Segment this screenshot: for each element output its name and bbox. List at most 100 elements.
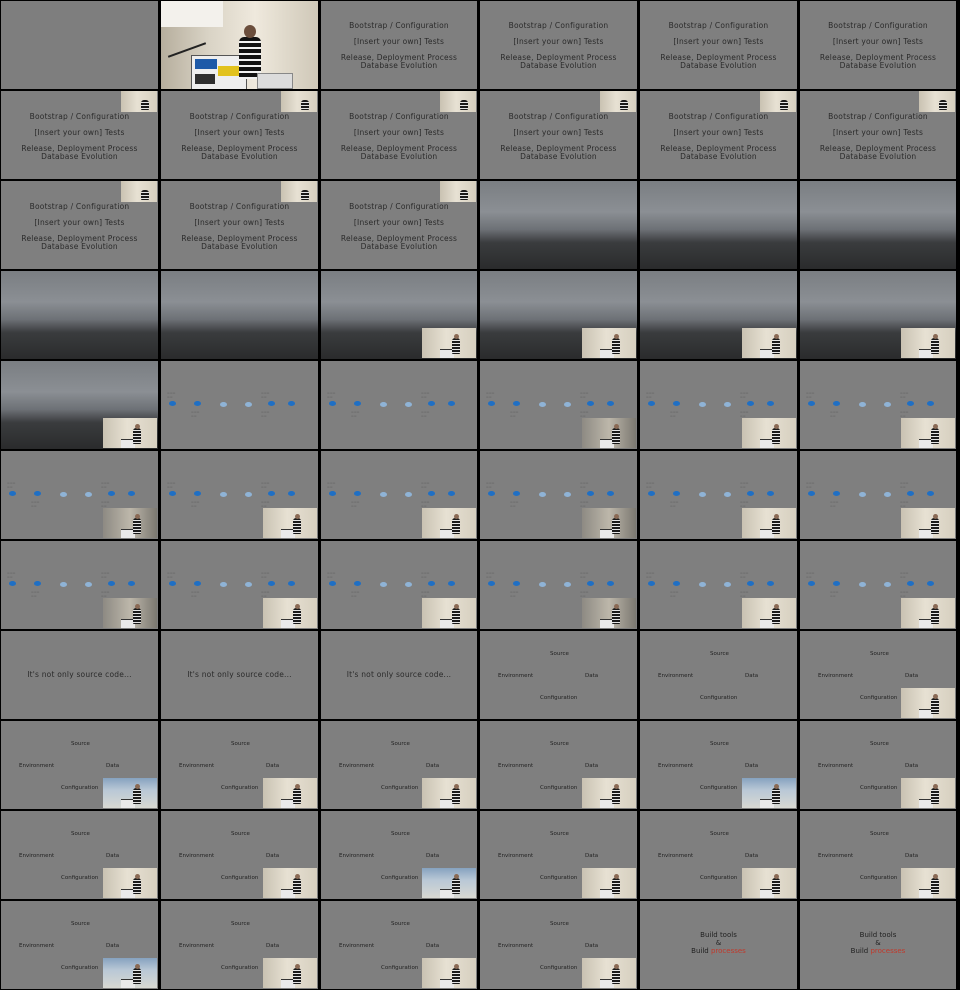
speaker-inset bbox=[103, 418, 157, 448]
tiny-label: ▬▬▬ ▬▬ bbox=[327, 391, 336, 399]
speaker-head bbox=[294, 784, 300, 789]
process-circle bbox=[9, 581, 16, 586]
video-frame: Source Environment Data Configuration bbox=[640, 811, 797, 899]
tiny-label: ▬▬▬ ▬▬ bbox=[900, 571, 909, 579]
video-frame: Source Environment Data Configuration bbox=[1, 901, 158, 989]
label-source: Source bbox=[71, 831, 90, 837]
slide-bootstrap: Bootstrap / Configuration bbox=[668, 112, 769, 121]
tiny-label: ▬▬▬ ▬▬ bbox=[580, 391, 589, 399]
process-circle bbox=[60, 582, 67, 587]
slide-build-tools: Build tools bbox=[700, 931, 737, 939]
process-circle bbox=[428, 581, 435, 586]
slide-database: Database Evolution bbox=[201, 152, 278, 161]
process-circle bbox=[587, 581, 594, 586]
label-configuration: Configuration bbox=[700, 785, 738, 791]
speaker-inset bbox=[901, 868, 955, 898]
video-frame: Source Environment Data Configuration bbox=[480, 631, 637, 719]
video-frame: ▬▬▬ ▬▬ ▬▬▬ ▬▬ ▬▬▬ ▬▬ ▬▬▬ ▬▬ bbox=[480, 361, 637, 449]
process-circle bbox=[448, 401, 455, 406]
process-circle bbox=[169, 581, 176, 586]
video-frame bbox=[800, 271, 956, 359]
process-circle bbox=[927, 401, 934, 406]
speaker bbox=[133, 878, 141, 894]
speaker-inset bbox=[582, 328, 636, 358]
video-frame bbox=[321, 271, 477, 359]
label-source: Source bbox=[870, 651, 889, 657]
process-circle bbox=[288, 401, 295, 406]
speaker-head bbox=[134, 424, 140, 429]
speaker-inset bbox=[103, 778, 157, 808]
label-environment: Environment bbox=[339, 943, 375, 949]
label-data: Data bbox=[585, 943, 599, 949]
label-environment: Environment bbox=[658, 853, 694, 859]
process-circle bbox=[859, 402, 866, 407]
tiny-label: ▬▬▬ ▬▬ bbox=[7, 571, 16, 579]
tiny-label: ▬▬▬ ▬▬ bbox=[806, 481, 815, 489]
tiny-label: ▬▬▬ ▬▬ bbox=[31, 500, 40, 508]
speaker-inset bbox=[440, 181, 476, 202]
process-circle bbox=[607, 401, 614, 406]
speaker bbox=[612, 788, 620, 804]
tiny-label: ▬▬▬ ▬▬ bbox=[7, 481, 16, 489]
speaker bbox=[133, 788, 141, 804]
speaker-inset bbox=[422, 508, 476, 538]
label-configuration: Configuration bbox=[221, 965, 259, 971]
slide-build-processes: Build processes bbox=[800, 947, 956, 955]
process-circle bbox=[724, 492, 731, 497]
speaker-inset bbox=[742, 778, 796, 808]
video-frame: ▬▬▬ ▬▬ ▬▬▬ ▬▬ ▬▬▬ ▬▬ ▬▬▬ ▬▬ bbox=[161, 541, 318, 629]
speaker-head bbox=[932, 874, 938, 879]
label-configuration: Configuration bbox=[381, 785, 419, 791]
process-circle bbox=[245, 402, 252, 407]
label-source: Source bbox=[550, 651, 569, 657]
speaker bbox=[452, 608, 460, 624]
slide-bootstrap: Bootstrap / Configuration bbox=[189, 202, 290, 211]
label-source: Source bbox=[391, 921, 410, 927]
process-circle bbox=[85, 582, 92, 587]
speaker-head bbox=[932, 604, 938, 609]
process-circle bbox=[405, 402, 412, 407]
speaker-head bbox=[134, 964, 140, 969]
speaker-head bbox=[244, 25, 256, 38]
tiny-label: ▬▬▬ ▬▬ bbox=[670, 410, 679, 418]
video-frame: Build tools & Build processes bbox=[800, 901, 956, 989]
speaker-inset bbox=[742, 508, 796, 538]
tiny-label: ▬▬▬ ▬▬ bbox=[580, 571, 589, 579]
tiny-label: ▬▬▬ ▬▬ bbox=[261, 410, 270, 418]
slide-database: Database Evolution bbox=[360, 61, 438, 70]
label-configuration: Configuration bbox=[540, 695, 578, 701]
tiny-label: ▬▬▬ ▬▬ bbox=[806, 391, 815, 399]
process-circle bbox=[108, 491, 115, 496]
speaker-head bbox=[773, 874, 779, 879]
speaker-head bbox=[932, 694, 938, 699]
speaker-inset bbox=[600, 91, 636, 112]
speaker-head bbox=[773, 604, 779, 609]
speaker-inset bbox=[422, 598, 476, 628]
tiny-label: ▬▬▬ ▬▬ bbox=[261, 590, 270, 598]
video-frame: Source Environment Data Configuration bbox=[161, 721, 318, 809]
process-circle bbox=[60, 492, 67, 497]
video-frame: ▬▬▬ ▬▬ ▬▬▬ ▬▬ ▬▬▬ ▬▬ ▬▬▬ ▬▬ bbox=[640, 451, 797, 539]
slide-database: Database Evolution bbox=[360, 152, 438, 161]
speaker-head bbox=[773, 334, 779, 339]
speaker-head bbox=[134, 604, 140, 609]
speaker bbox=[772, 428, 780, 444]
speaker-inset bbox=[582, 778, 636, 808]
speaker-inset bbox=[901, 778, 955, 808]
slide-database: Database Evolution bbox=[839, 61, 917, 70]
process-circle bbox=[220, 582, 227, 587]
speaker-inset bbox=[263, 508, 317, 538]
process-circle bbox=[128, 581, 135, 586]
video-frame bbox=[161, 271, 318, 359]
process-circle bbox=[564, 492, 571, 497]
process-circle bbox=[833, 581, 840, 586]
slide-tests: [Insert your own] Tests bbox=[353, 218, 445, 227]
label-configuration: Configuration bbox=[221, 785, 259, 791]
speaker bbox=[931, 698, 939, 714]
tiny-label: ▬▬▬ ▬▬ bbox=[646, 571, 655, 579]
process-circle bbox=[448, 581, 455, 586]
speaker-head bbox=[932, 424, 938, 429]
tiny-label: ▬▬▬ ▬▬ bbox=[327, 481, 336, 489]
slide-database: Database Evolution bbox=[680, 61, 757, 70]
process-circle bbox=[268, 491, 275, 496]
